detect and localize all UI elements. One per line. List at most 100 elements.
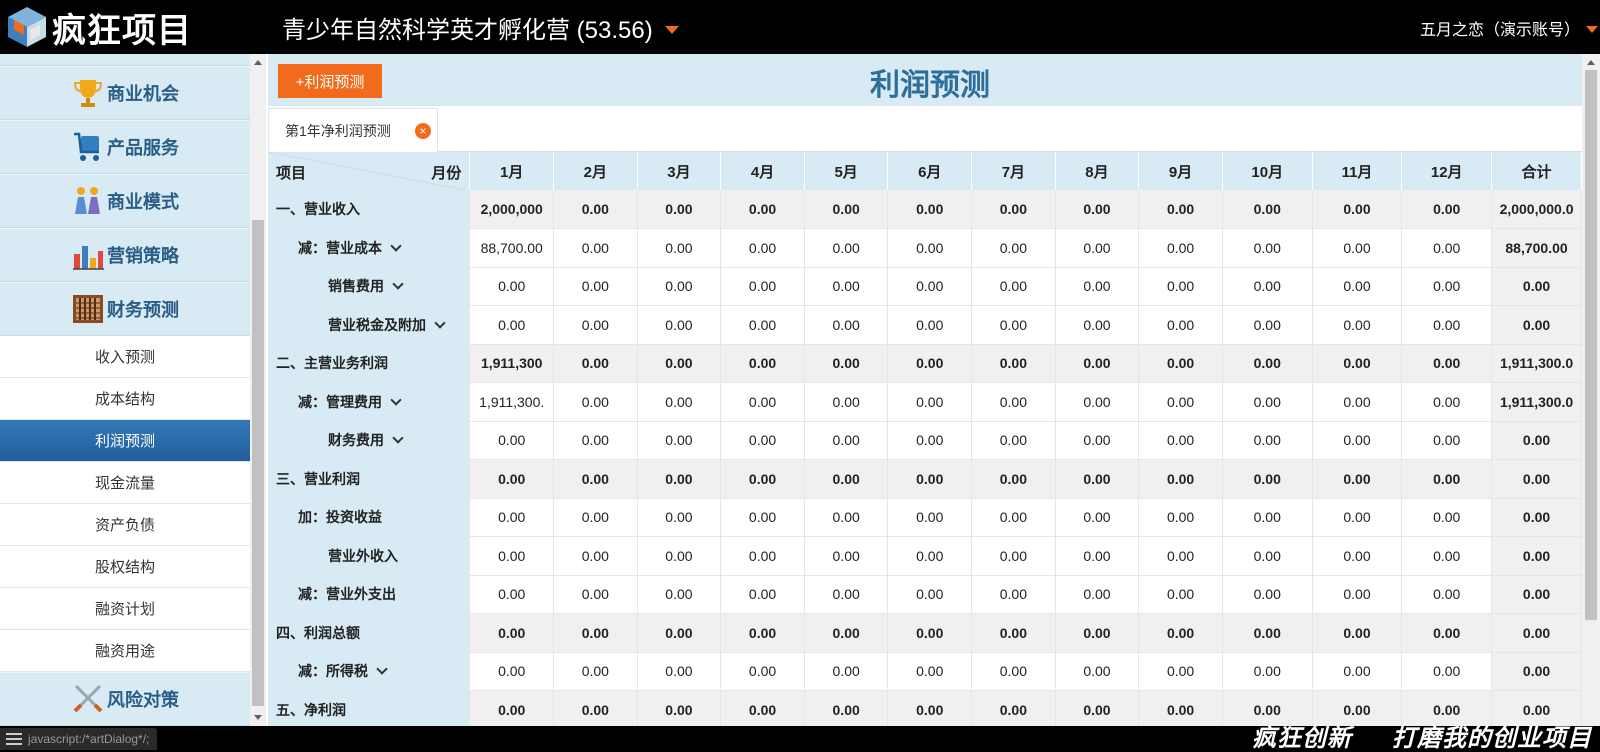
- value-cell[interactable]: 0.00: [1055, 344, 1140, 383]
- sidebar-item-revenue-forecast[interactable]: 收入预测: [0, 336, 250, 378]
- value-cell[interactable]: 0.00: [1401, 498, 1493, 537]
- value-cell[interactable]: 0.00: [637, 421, 722, 460]
- value-cell[interactable]: 0.00: [553, 498, 638, 537]
- value-cell[interactable]: 0.00: [720, 305, 805, 345]
- value-cell[interactable]: 0.00: [469, 459, 555, 499]
- sidebar-category-finance[interactable]: 财务预测: [0, 282, 250, 336]
- value-cell[interactable]: 0.00: [887, 190, 973, 229]
- value-cell[interactable]: 0.00: [637, 344, 722, 383]
- value-cell[interactable]: 0.00: [1401, 690, 1493, 726]
- main-scroll-thumb[interactable]: [1585, 70, 1597, 620]
- value-cell[interactable]: 0.00: [1312, 190, 1403, 229]
- value-cell[interactable]: 0.00: [553, 421, 638, 460]
- total-cell[interactable]: 0.00: [1491, 575, 1582, 614]
- value-cell[interactable]: 0.00: [469, 498, 555, 537]
- main-scrollbar[interactable]: [1582, 54, 1600, 726]
- row-label-cell[interactable]: 营业税金及附加: [268, 305, 471, 345]
- close-icon[interactable]: ×: [415, 123, 431, 139]
- row-label-cell[interactable]: 财务费用: [268, 421, 471, 460]
- value-cell[interactable]: 0.00: [720, 421, 805, 460]
- value-cell[interactable]: 0.00: [1138, 459, 1223, 499]
- value-cell[interactable]: 0.00: [1312, 498, 1403, 537]
- value-cell[interactable]: 0.00: [887, 228, 973, 268]
- value-cell[interactable]: 0.00: [553, 305, 638, 345]
- value-cell[interactable]: 0.00: [553, 690, 638, 726]
- value-cell[interactable]: 0.00: [804, 690, 889, 726]
- value-cell[interactable]: 0.00: [1138, 228, 1223, 268]
- value-cell[interactable]: 0.00: [637, 690, 722, 726]
- value-cell[interactable]: 88,700.00: [469, 228, 555, 268]
- sidebar-scroll-thumb[interactable]: [252, 220, 264, 706]
- value-cell[interactable]: 0.00: [887, 459, 973, 499]
- value-cell[interactable]: 0.00: [804, 421, 889, 460]
- app-logo[interactable]: 疯狂项目: [4, 4, 192, 50]
- value-cell[interactable]: 0.00: [720, 652, 805, 691]
- value-cell[interactable]: 0.00: [553, 228, 638, 268]
- value-cell[interactable]: 0.00: [1401, 267, 1493, 306]
- value-cell[interactable]: 0.00: [804, 344, 889, 383]
- value-cell[interactable]: 0.00: [1312, 459, 1403, 499]
- sidebar-item-financing-use[interactable]: 融资用途: [0, 630, 250, 672]
- value-cell[interactable]: 0.00: [1055, 498, 1140, 537]
- add-profit-forecast-button[interactable]: +利润预测: [278, 64, 382, 98]
- value-cell[interactable]: 0.00: [1138, 613, 1223, 653]
- value-cell[interactable]: 0.00: [1401, 652, 1493, 691]
- value-cell[interactable]: 0.00: [1401, 459, 1493, 499]
- value-cell[interactable]: 0.00: [637, 652, 722, 691]
- value-cell[interactable]: 0.00: [1055, 536, 1140, 576]
- value-cell[interactable]: 0.00: [804, 459, 889, 499]
- value-cell[interactable]: 0.00: [1222, 459, 1313, 499]
- chevron-down-icon[interactable]: [434, 317, 446, 329]
- chevron-down-icon[interactable]: [376, 663, 388, 675]
- row-label-cell[interactable]: 减：营业成本: [268, 228, 471, 268]
- value-cell[interactable]: 0.00: [971, 190, 1056, 229]
- user-menu[interactable]: 五月之恋（演示账号）: [1420, 16, 1598, 40]
- value-cell[interactable]: 0.00: [804, 382, 889, 422]
- sidebar-item-balance-sheet[interactable]: 资产负债: [0, 504, 250, 546]
- value-cell[interactable]: 0.00: [1138, 305, 1223, 345]
- value-cell[interactable]: 0.00: [553, 344, 638, 383]
- value-cell[interactable]: 0.00: [469, 652, 555, 691]
- value-cell[interactable]: 0.00: [469, 690, 555, 726]
- row-label-cell[interactable]: 减：管理费用: [268, 382, 471, 422]
- value-cell[interactable]: 0.00: [804, 613, 889, 653]
- value-cell[interactable]: 0.00: [1138, 498, 1223, 537]
- value-cell[interactable]: 0.00: [720, 267, 805, 306]
- project-selector[interactable]: 青少年自然科学英才孵化营 (53.56): [282, 10, 679, 45]
- value-cell[interactable]: 0.00: [971, 267, 1056, 306]
- value-cell[interactable]: 0.00: [804, 190, 889, 229]
- value-cell[interactable]: 0.00: [887, 498, 973, 537]
- value-cell[interactable]: 0.00: [469, 536, 555, 576]
- value-cell[interactable]: 0.00: [1312, 305, 1403, 345]
- sidebar-category-marketing[interactable]: 营销策略: [0, 228, 250, 282]
- value-cell[interactable]: 0.00: [637, 382, 722, 422]
- value-cell[interactable]: 0.00: [804, 536, 889, 576]
- value-cell[interactable]: 0.00: [637, 536, 722, 576]
- total-cell[interactable]: 0.00: [1491, 498, 1582, 537]
- value-cell[interactable]: 0.00: [1401, 305, 1493, 345]
- value-cell[interactable]: 0.00: [1312, 652, 1403, 691]
- value-cell[interactable]: 0.00: [1138, 344, 1223, 383]
- value-cell[interactable]: 0.00: [553, 267, 638, 306]
- value-cell[interactable]: 0.00: [469, 305, 555, 345]
- value-cell[interactable]: 0.00: [553, 382, 638, 422]
- total-cell[interactable]: 0.00: [1491, 613, 1582, 653]
- value-cell[interactable]: 0.00: [887, 575, 973, 614]
- value-cell[interactable]: 0.00: [637, 459, 722, 499]
- value-cell[interactable]: 0.00: [720, 613, 805, 653]
- value-cell[interactable]: 0.00: [1222, 652, 1313, 691]
- chevron-down-icon[interactable]: [392, 278, 404, 290]
- value-cell[interactable]: 0.00: [1401, 190, 1493, 229]
- value-cell[interactable]: 0.00: [1138, 536, 1223, 576]
- value-cell[interactable]: 0.00: [887, 613, 973, 653]
- value-cell[interactable]: 0.00: [1055, 459, 1140, 499]
- value-cell[interactable]: 0.00: [1312, 382, 1403, 422]
- value-cell[interactable]: 0.00: [720, 190, 805, 229]
- total-cell[interactable]: 1,911,300.0: [1491, 344, 1582, 383]
- value-cell[interactable]: 0.00: [720, 344, 805, 383]
- sidebar-item-equity-structure[interactable]: 股权结构: [0, 546, 250, 588]
- value-cell[interactable]: 0.00: [1401, 613, 1493, 653]
- value-cell[interactable]: 0.00: [971, 459, 1056, 499]
- value-cell[interactable]: 0.00: [720, 459, 805, 499]
- value-cell[interactable]: 0.00: [887, 690, 973, 726]
